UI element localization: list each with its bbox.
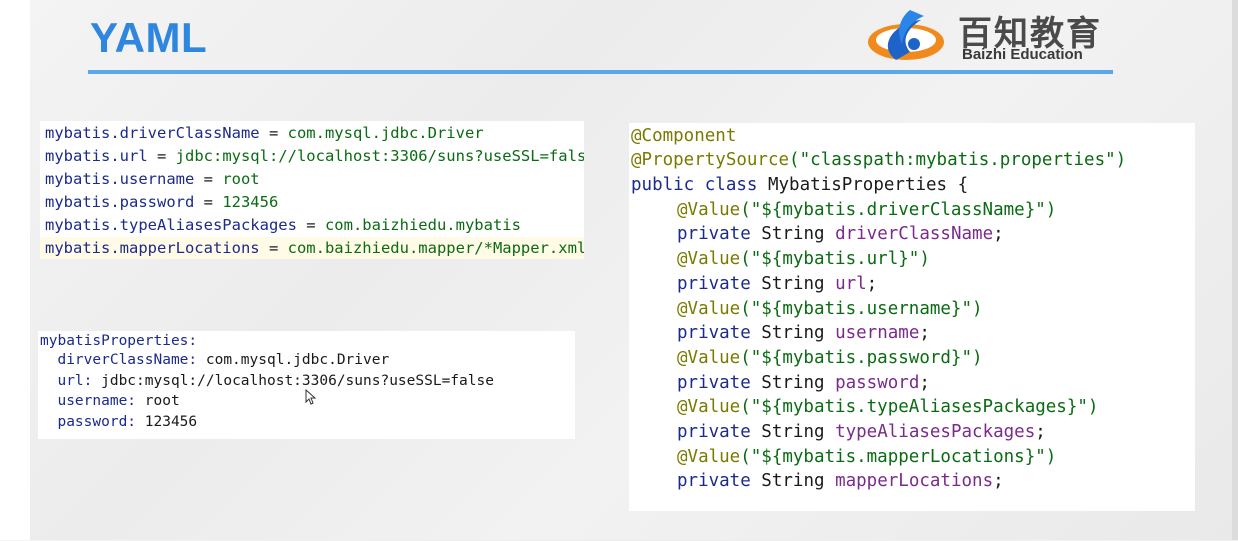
logo-english-name: Baizhi Education xyxy=(962,46,1083,63)
yaml-line: url: jdbc:mysql://localhost:3306/suns?us… xyxy=(40,373,494,389)
properties-code-block: mybatis.driverClassName = com.mysql.jdbc… xyxy=(40,121,584,259)
java-line: private String username; xyxy=(677,323,930,343)
yaml-root-key: mybatisProperties: xyxy=(40,333,198,349)
baizhi-logo-icon xyxy=(868,10,944,60)
java-line: @Value("${mybatis.typeAliasesPackages}") xyxy=(677,397,1099,417)
java-line: @Value("${mybatis.mapperLocations}") xyxy=(677,447,1057,467)
java-line: @PropertySource("classpath:mybatis.prope… xyxy=(631,150,1127,170)
yaml-code-block: mybatisProperties: dirverClassName: com.… xyxy=(38,331,575,439)
java-line: private String url; xyxy=(677,274,878,294)
slide-title: YAML xyxy=(90,14,208,61)
java-line: @Value("${mybatis.driverClassName}") xyxy=(677,200,1057,220)
properties-line: mybatis.url = jdbc:mysql://localhost:330… xyxy=(45,147,584,165)
properties-line-highlighted: mybatis.mapperLocations = com.baizhiedu.… xyxy=(40,237,584,259)
java-line: private String typeAliasesPackages; xyxy=(677,422,1046,442)
yaml-line: dirverClassName: com.mysql.jdbc.Driver xyxy=(40,352,390,368)
slide-left-margin xyxy=(0,0,30,540)
java-line: @Value("${mybatis.username}") xyxy=(677,299,983,319)
java-code-block: @Component @PropertySource("classpath:my… xyxy=(629,123,1195,511)
slide-right-margin xyxy=(1232,0,1238,540)
properties-line: mybatis.username = root xyxy=(45,170,260,188)
java-line: private String driverClassName; xyxy=(677,224,1004,244)
yaml-line: username: root xyxy=(40,393,180,409)
java-line: private String password; xyxy=(677,373,930,393)
title-underline xyxy=(88,70,1113,74)
properties-line: mybatis.password = 123456 xyxy=(45,193,279,211)
brand-logo: 百知教育 Baizhi Education xyxy=(866,0,1126,68)
java-line: private String mapperLocations; xyxy=(677,471,1004,491)
yaml-line: password: 123456 xyxy=(40,414,198,430)
java-line: public class MybatisProperties { xyxy=(631,175,969,195)
java-line: @Value("${mybatis.password}") xyxy=(677,348,983,368)
mouse-pointer-icon xyxy=(305,389,317,405)
properties-line: mybatis.typeAliasesPackages = com.baizhi… xyxy=(45,216,521,234)
properties-line: mybatis.driverClassName = com.mysql.jdbc… xyxy=(45,124,484,142)
java-line: @Component xyxy=(631,126,737,146)
java-line: @Value("${mybatis.url}") xyxy=(677,249,930,269)
